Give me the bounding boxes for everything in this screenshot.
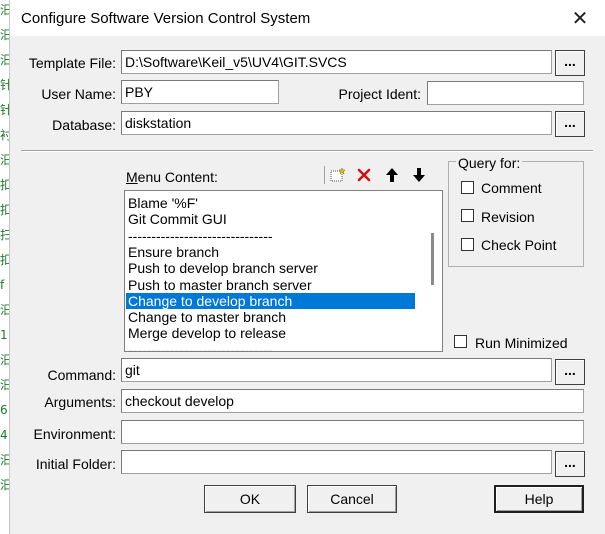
background-glyph: 1 [0, 328, 8, 342]
delete-item-button[interactable] [352, 164, 376, 186]
title-bar: Configure Software Version Control Syste… [10, 0, 605, 36]
menu-list-item[interactable]: Push to develop branch server [126, 260, 415, 276]
help-button[interactable]: Help [494, 485, 584, 513]
window-title: Configure Software Version Control Syste… [21, 10, 311, 27]
configure-svcs-dialog: Configure Software Version Control Syste… [9, 0, 605, 534]
comment-label: Comment [481, 180, 542, 196]
move-down-icon [413, 168, 425, 182]
arguments-label: Arguments: [44, 394, 116, 410]
project-ident-field[interactable] [427, 81, 584, 105]
menu-list-item[interactable]: Push to master branch server [126, 277, 415, 293]
check-point-label: Check Point [481, 237, 557, 253]
menu-list-item[interactable]: ------------------------------- [126, 342, 415, 351]
run-minimized-checkbox[interactable] [454, 335, 467, 348]
background-glyph: f [0, 278, 5, 292]
menu-list-item[interactable]: Change to master branch [126, 309, 415, 325]
project-ident-label: Project Ident: [338, 86, 422, 102]
background-glyph: 6 [0, 403, 8, 417]
menu-list-item[interactable]: Git Commit GUI [126, 211, 415, 227]
environment-field[interactable] [121, 420, 584, 444]
menu-list-item[interactable]: Ensure branch [126, 244, 415, 260]
menu-list-item[interactable]: Change to develop branch [126, 292, 415, 309]
initial-folder-field[interactable] [121, 450, 552, 474]
close-icon: ✕ [571, 7, 589, 30]
database-browse-button[interactable]: ... [555, 111, 585, 137]
command-label: Command: [47, 367, 116, 383]
environment-label: Environment: [33, 426, 116, 442]
revision-checkbox[interactable] [461, 209, 474, 222]
menu-content-list[interactable]: Blame '%F' Git Commit GUI ----------------… [124, 190, 443, 352]
menu-list-item[interactable]: ------------------------------- [126, 228, 415, 244]
separator-line [21, 150, 593, 152]
delete-icon [357, 168, 371, 182]
user-name-label: User Name: [41, 86, 116, 102]
command-browse-button[interactable]: ... [555, 359, 585, 385]
initial-folder-label: Initial Folder: [35, 456, 116, 472]
template-file-field[interactable]: D:\Software\Keil_v5\UV4\GIT.SVCS [121, 50, 552, 74]
toolbar-divider [324, 166, 325, 184]
initial-folder-browse-button[interactable]: ... [555, 451, 585, 477]
check-point-checkbox[interactable] [461, 238, 474, 251]
cancel-button[interactable]: Cancel [307, 485, 397, 513]
move-up-icon [386, 168, 398, 182]
menu-list-item[interactable]: Merge develop to release [126, 325, 415, 341]
command-field[interactable]: git [121, 358, 552, 382]
user-name-field[interactable]: PBY [121, 80, 279, 104]
new-item-icon [330, 167, 346, 182]
database-label: Database: [52, 117, 116, 133]
move-down-button[interactable] [407, 164, 431, 186]
menu-list-item[interactable]: Blame '%F' [126, 195, 415, 211]
ok-button[interactable]: OK [204, 485, 296, 513]
revision-label: Revision [481, 209, 535, 225]
close-button[interactable]: ✕ [558, 2, 602, 34]
template-file-browse-button[interactable]: ... [555, 50, 585, 76]
database-field[interactable]: diskstation [121, 111, 552, 135]
move-up-button[interactable] [380, 164, 404, 186]
background-glyph: 4 [0, 428, 8, 442]
arguments-field[interactable]: checkout develop [121, 389, 584, 413]
new-item-button[interactable] [326, 164, 350, 186]
list-scrollbar-thumb[interactable] [431, 233, 434, 285]
run-minimized-label: Run Minimized [475, 335, 568, 351]
comment-checkbox[interactable] [461, 181, 474, 194]
menu-content-label: Menu Content: [126, 169, 218, 185]
query-for-title: Query for: [456, 155, 523, 171]
template-file-label: Template File: [28, 55, 116, 71]
